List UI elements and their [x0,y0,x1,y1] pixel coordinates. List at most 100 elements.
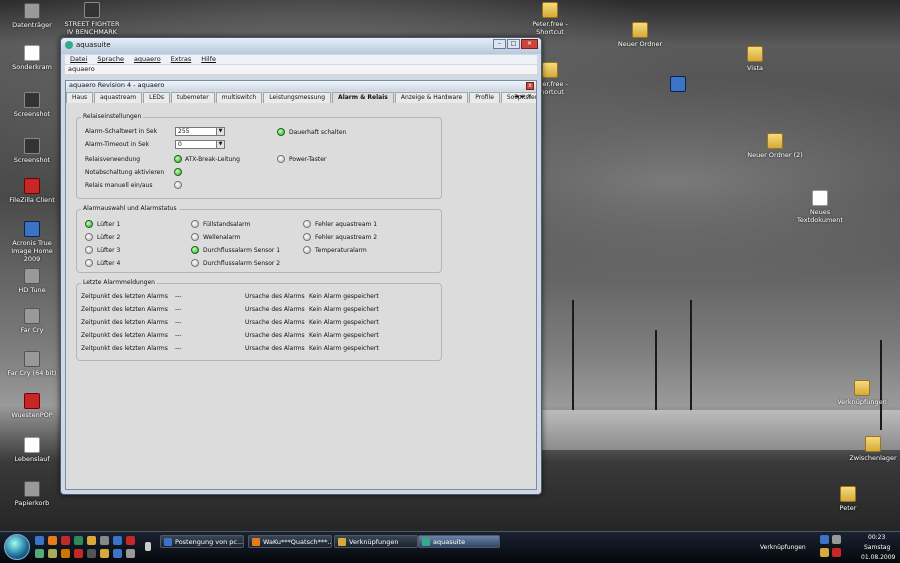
menu-item[interactable]: Datei [70,55,87,64]
window-titlebar[interactable]: aquasuite – □ ✕ [61,38,541,54]
alarm-status-led[interactable] [85,220,93,228]
desktop-icon[interactable]: FileZilla Client [2,178,62,204]
tab-scroll-arrows[interactable]: ◄ ► ✕ [514,93,532,100]
alarm-status-led[interactable] [191,259,199,267]
desktop-icon[interactable]: Sonderkram [2,45,62,71]
tab[interactable]: aquastream [94,92,143,103]
taskbar-button[interactable]: aquasuite [418,535,500,548]
atx-break-radio[interactable] [174,155,182,163]
tab[interactable]: Anzeige & Hardware [394,92,469,103]
emergency-shutdown-checkbox[interactable] [174,168,182,176]
app-quicklaunch-icon[interactable] [126,536,135,545]
alarm-status-led[interactable] [85,246,93,254]
power-button-radio[interactable] [277,155,285,163]
ie-quicklaunch-icon[interactable] [35,536,44,545]
desktop-icon[interactable]: Neues Textdokument [790,190,850,224]
clock-date[interactable]: 01.08.2009 [861,554,895,561]
taskbar-button[interactable]: Postengung von pc... [160,535,244,548]
tab[interactable]: multiswitch [215,92,263,103]
desktop-icon[interactable]: Peter [818,486,878,512]
alarm-status-led[interactable] [191,233,199,241]
desktop-icon[interactable]: STREET FIGHTER IV BENCHMARK [62,2,122,36]
desktop-icon[interactable]: Lebenslauf [2,437,62,463]
network-tray-icon[interactable] [820,535,829,544]
app-quicklaunch-icon[interactable] [74,536,83,545]
app-quicklaunch-icon[interactable] [87,549,96,558]
tray-toolbar-label[interactable]: Verknüpfungen [760,544,806,551]
alarm-message-cause: Kein Alarm gespeichert [309,306,379,313]
folder-icon [854,380,870,396]
alarm-status-led[interactable] [85,259,93,267]
alarm-status-led[interactable] [191,220,199,228]
app-quicklaunch-icon[interactable] [100,549,109,558]
group-legend: Letzte Alarmmeldungen [81,279,157,286]
minimize-button[interactable]: – [493,39,506,49]
desktop-icon[interactable]: Neuer Ordner (2) [745,133,805,159]
tray-icon[interactable] [832,548,841,557]
start-button[interactable] [4,534,30,560]
taskbar-button[interactable]: Verknüpfungen [334,535,418,548]
close-button[interactable]: ✕ [521,39,538,49]
tab[interactable]: Profile [469,92,500,103]
desktop-icon-label: Verknüpfungen [837,398,887,406]
desktop-icon[interactable]: Screenshot [2,138,62,164]
quicklaunch-expand-icon[interactable] [145,542,151,551]
taskbar-button[interactable]: WaKu***Quatsch***... [248,535,332,548]
alarm-status-led[interactable] [303,233,311,241]
alarm-status-led[interactable] [85,233,93,241]
tab[interactable]: Alarm & Relais [332,92,394,103]
app-quicklaunch-icon[interactable] [74,549,83,558]
alarm-status-led[interactable] [303,220,311,228]
desktop-icon[interactable]: Datenträger [2,3,62,29]
app-quicklaunch-icon[interactable] [61,549,70,558]
desktop-icon[interactable] [648,76,708,94]
tab[interactable]: LEDs [143,92,171,103]
maximize-button[interactable]: □ [507,39,520,49]
folder-quicklaunch-icon[interactable] [87,536,96,545]
app-quicklaunch-icon[interactable] [48,549,57,558]
desktop-icon[interactable]: Far Cry [2,308,62,334]
desktop-icon[interactable]: Neuer Ordner [610,22,670,48]
desktop-icon[interactable]: Papierkorb [2,481,62,507]
desktop-icon-label: Far Cry [20,326,44,334]
desktop-icon[interactable]: Vista [725,46,785,72]
desktop-icon[interactable]: Far Cry (64 bit) [2,351,62,377]
desktop-icon[interactable]: Acronis True Image Home 2009 [2,221,62,263]
app-quicklaunch-icon[interactable] [100,536,109,545]
app-quicklaunch-icon[interactable] [35,549,44,558]
panel-close-button[interactable]: x [526,82,534,90]
chevron-down-icon: ▼ [216,141,224,148]
opera-quicklaunch-icon[interactable] [61,536,70,545]
desktop-icon[interactable]: WuestenPOP [2,393,62,419]
tray-icon[interactable] [820,548,829,557]
alarm-switch-select[interactable]: 255 ▼ [175,127,225,136]
menu-item[interactable]: Hilfe [201,55,216,64]
desktop-icon[interactable]: Peter.free - Shortcut [520,2,580,36]
device-selector[interactable]: aquaero [65,65,537,74]
alarm-status-led[interactable] [303,246,311,254]
tab[interactable]: tubemeter [171,92,215,103]
alarm-timeout-select[interactable]: 0 ▼ [175,140,225,149]
desktop-icon[interactable]: Zwischenlager [843,436,900,462]
relay-manual-checkbox[interactable] [174,181,182,189]
clock-day[interactable]: Samstag [864,544,890,551]
desktop-icon[interactable]: HD Tune [2,268,62,294]
tab[interactable]: Haus [66,92,94,103]
app-quicklaunch-icon[interactable] [113,549,122,558]
document-icon [24,45,40,61]
volume-tray-icon[interactable] [832,535,841,544]
desktop-icon-label: HD Tune [18,286,46,294]
app-quicklaunch-icon[interactable] [126,549,135,558]
menu-item[interactable]: Sprache [97,55,124,64]
clock-time[interactable]: 00:23 [868,534,885,541]
menu-item[interactable]: aquaero [134,55,161,64]
app-quicklaunch-icon[interactable] [113,536,122,545]
desktop-icon[interactable]: Screenshot [2,92,62,118]
desktop-icon[interactable]: Verknüpfungen [832,380,892,406]
menu-item[interactable]: Extras [171,55,192,64]
desktop-icon-label: Zwischenlager [849,454,897,462]
tab[interactable]: Leistungsmessung [263,92,332,103]
permanent-switch-radio[interactable] [277,128,285,136]
alarm-status-led[interactable] [191,246,199,254]
firefox-quicklaunch-icon[interactable] [48,536,57,545]
